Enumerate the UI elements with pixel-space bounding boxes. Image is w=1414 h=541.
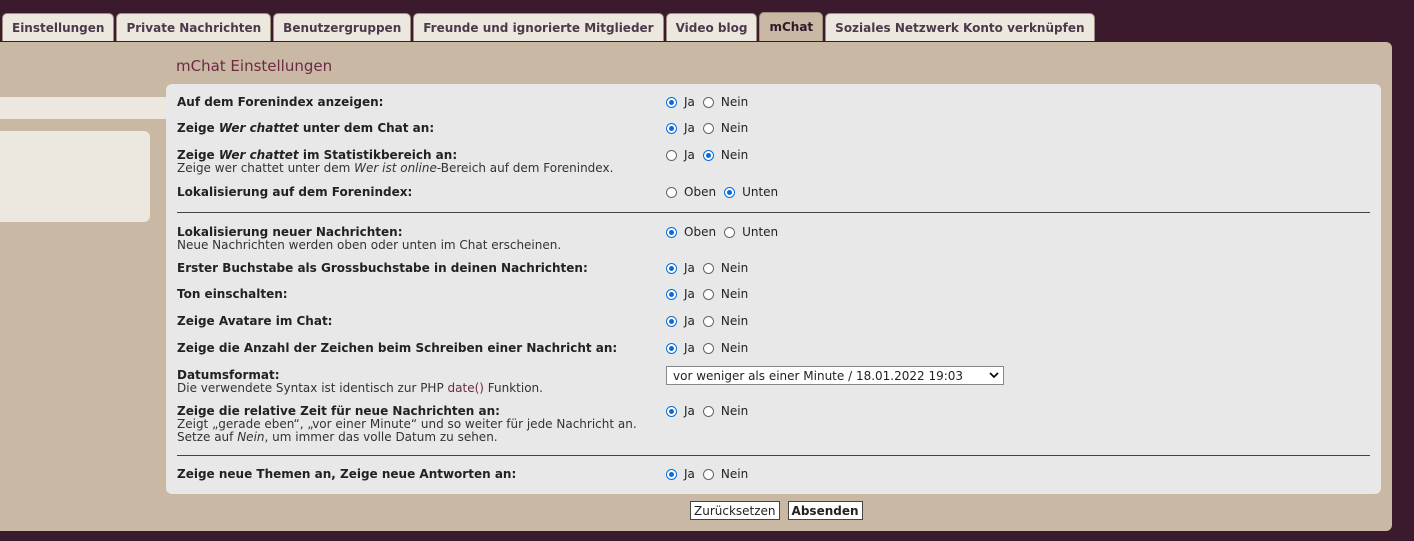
radio-nein[interactable]: Nein [702,287,748,301]
radio-ja[interactable]: Ja [666,287,695,301]
submit-button[interactable]: Absenden [787,501,863,520]
date-format-select[interactable]: vor weniger als einer Minute / 18.01.202… [666,366,1004,385]
tab-mchat[interactable]: mChat [759,12,824,41]
radio-button[interactable] [666,288,677,300]
radio-button[interactable] [702,405,714,417]
settings-form: Auf dem Forenindex anzeigen: Ja Nein Zei… [166,84,1381,494]
radio-nein[interactable]: Nein [702,404,748,418]
radio-nein[interactable]: Nein [702,148,748,162]
radio-button[interactable] [666,468,677,480]
chevron-down-icon [985,370,1003,381]
radio-button[interactable] [702,288,714,300]
radio-button[interactable] [724,226,736,238]
radio-ja[interactable]: Ja [666,467,695,481]
reset-button[interactable]: Zurücksetzen [690,501,780,520]
divider [177,212,1370,213]
radio-nein[interactable]: Nein [702,341,748,355]
radio-oben[interactable]: Oben [666,185,716,199]
setting-label: Zeige Wer chattet unter dem Chat an: [177,121,435,135]
radio-nein[interactable]: Nein [702,467,748,481]
tab-soziales-netzwerk[interactable]: Soziales Netzwerk Konto verknüpfen [825,13,1095,41]
radio-button[interactable] [666,405,677,417]
radio-button[interactable] [666,149,677,161]
radio-button[interactable] [702,96,714,108]
radio-button[interactable] [666,315,677,327]
sidebar-box [0,131,150,222]
radio-button[interactable] [666,342,677,354]
sidebar-strip [0,97,166,119]
setting-description: Zeige wer chattet unter dem Wer ist onli… [177,161,614,175]
section-title: mChat Einstellungen [176,57,333,75]
radio-button[interactable] [702,468,714,480]
setting-label: Zeige die Anzahl der Zeichen beim Schrei… [177,341,618,355]
setting-description: Die verwendete Syntax ist identisch zur … [177,381,543,395]
tab-benutzergruppen[interactable]: Benutzergruppen [273,13,412,41]
radio-oben[interactable]: Oben [666,225,716,239]
setting-description: Neue Nachrichten werden oben oder unten … [177,238,562,252]
radio-ja[interactable]: Ja [666,148,695,162]
radio-button[interactable] [702,315,714,327]
radio-ja[interactable]: Ja [666,95,695,109]
tab-freunde[interactable]: Freunde und ignorierte Mitglieder [413,13,664,41]
radio-unten[interactable]: Unten [724,225,778,239]
divider [177,455,1370,456]
setting-label: Zeige neue Themen an, Zeige neue Antwort… [177,467,517,481]
setting-label: Erster Buchstabe als Grossbuchstabe in d… [177,261,588,275]
setting-label: Datumsformat: [177,368,280,382]
content-panel: mChat Einstellungen Auf dem Forenindex a… [0,42,1392,531]
date-function-link[interactable]: date() [448,381,484,395]
radio-button[interactable] [702,149,714,161]
setting-label: Auf dem Forenindex anzeigen: [177,95,384,109]
radio-button[interactable] [666,226,677,238]
radio-ja[interactable]: Ja [666,341,695,355]
radio-ja[interactable]: Ja [666,261,695,275]
radio-button[interactable] [666,186,677,198]
radio-button[interactable] [702,342,714,354]
setting-label: Zeige Wer chattet im Statistikbereich an… [177,148,458,162]
setting-label: Zeige Avatare im Chat: [177,314,333,328]
form-buttons: Zurücksetzen Absenden [690,501,863,520]
setting-label: Ton einschalten: [177,287,288,301]
tab-einstellungen[interactable]: Einstellungen [2,13,115,41]
setting-label: Lokalisierung auf dem Forenindex: [177,185,413,199]
radio-button[interactable] [724,186,736,198]
radio-nein[interactable]: Nein [702,261,748,275]
setting-label: Zeige die relative Zeit für neue Nachric… [177,404,500,418]
radio-ja[interactable]: Ja [666,314,695,328]
radio-nein[interactable]: Nein [702,95,748,109]
tab-private-nachrichten[interactable]: Private Nachrichten [116,13,272,41]
radio-nein[interactable]: Nein [702,314,748,328]
radio-button[interactable] [666,262,677,274]
tab-video-blog[interactable]: Video blog [665,13,758,41]
setting-label: Lokalisierung neuer Nachrichten: [177,225,403,239]
radio-button[interactable] [666,122,677,134]
radio-ja[interactable]: Ja [666,121,695,135]
radio-button[interactable] [702,262,714,274]
setting-description: Setze auf Nein, um immer das volle Datum… [177,430,498,444]
radio-button[interactable] [666,96,677,108]
tab-bar: Einstellungen Private Nachrichten Benutz… [2,12,1095,42]
radio-nein[interactable]: Nein [702,121,748,135]
radio-unten[interactable]: Unten [724,185,778,199]
radio-button[interactable] [702,122,714,134]
radio-ja[interactable]: Ja [666,404,695,418]
